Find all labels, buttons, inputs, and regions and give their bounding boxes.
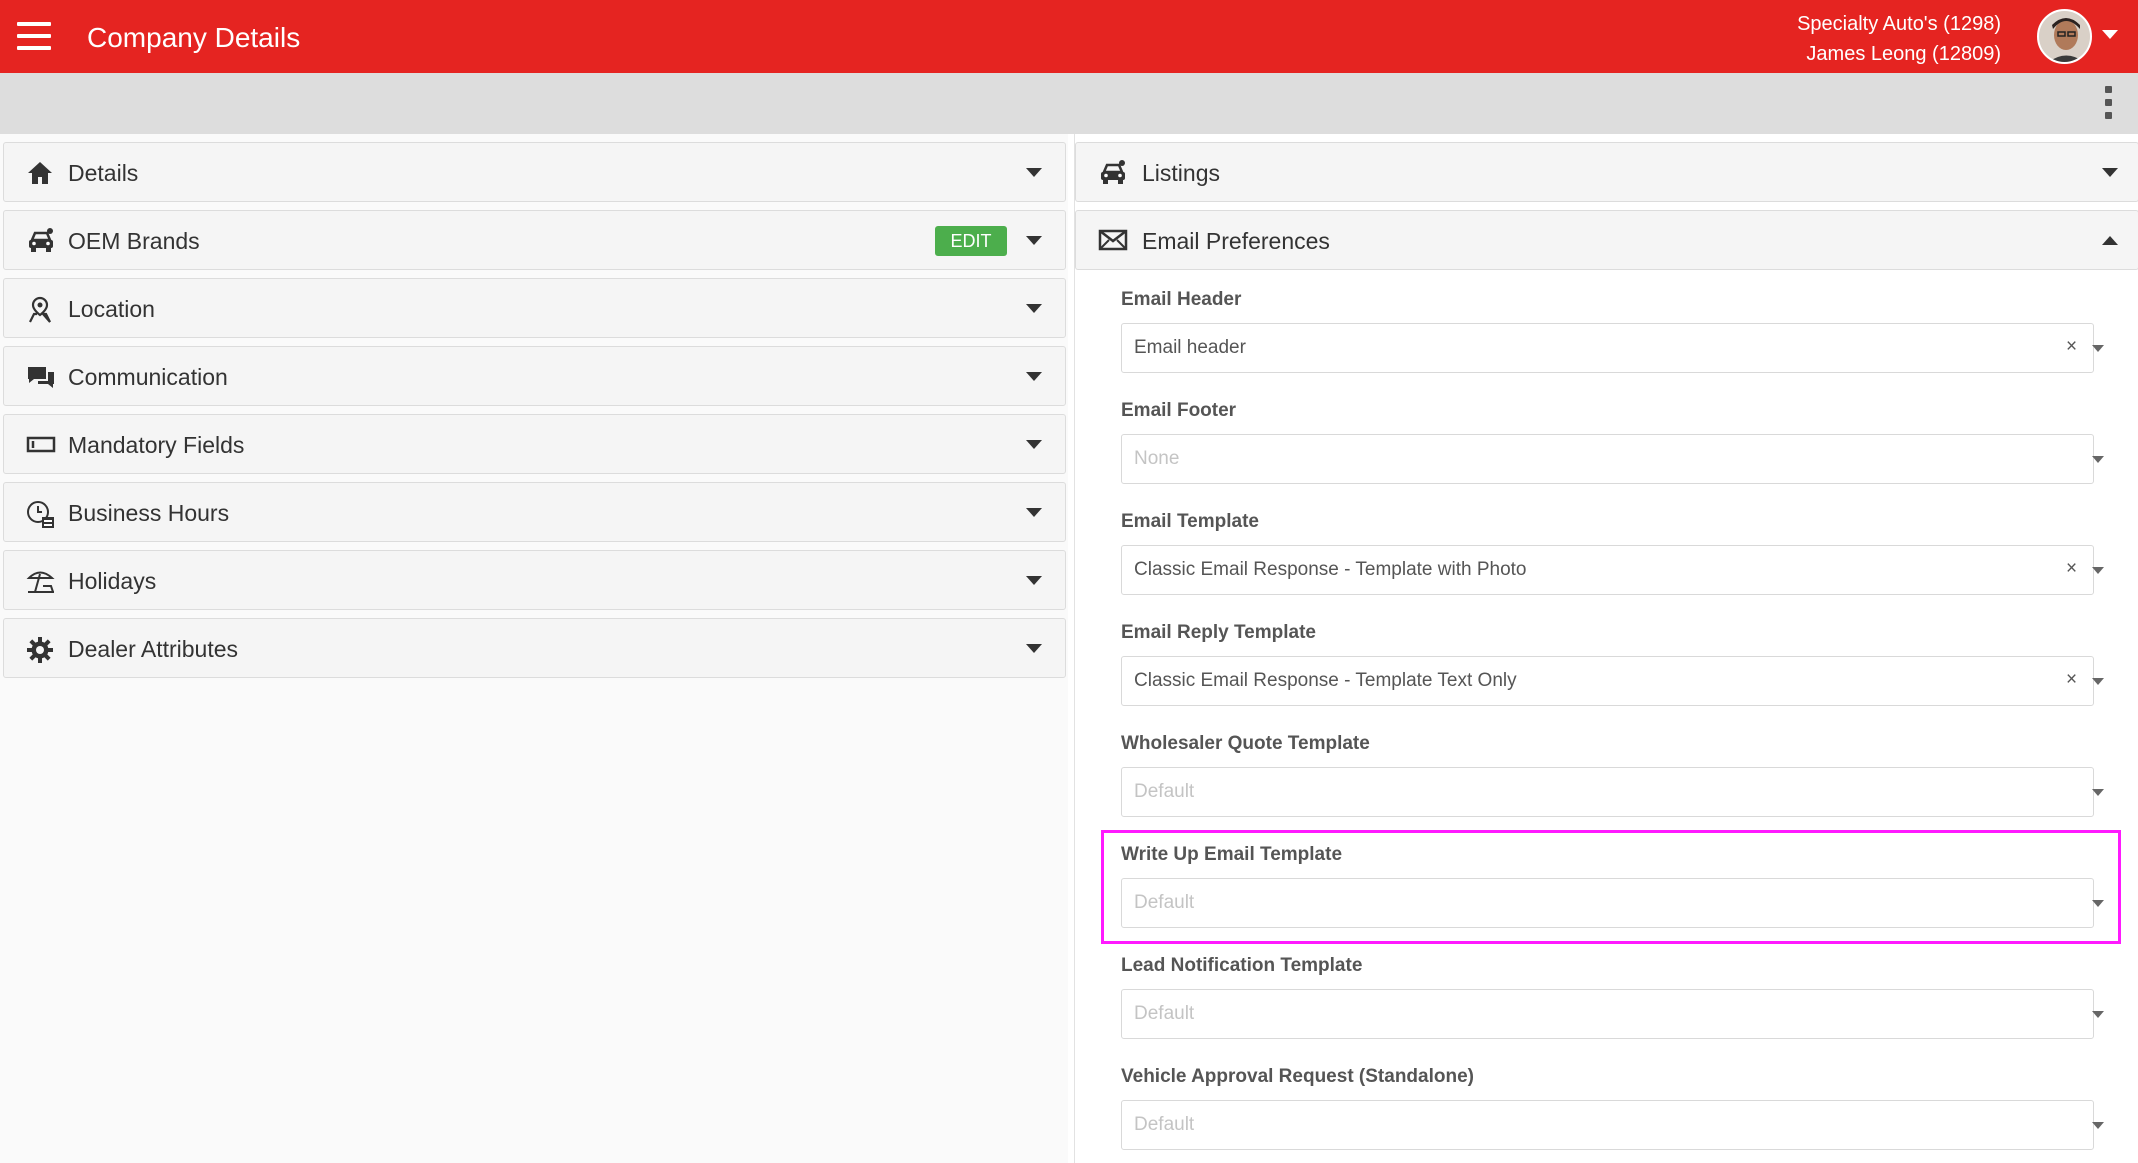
chevron-down-icon	[2092, 345, 2104, 352]
car-icon	[1098, 160, 1128, 188]
beach-umbrella-icon	[26, 568, 56, 596]
chevron-down-icon	[2102, 168, 2118, 177]
select-placeholder: Default	[1134, 1114, 1195, 1135]
panel-details[interactable]: Details	[3, 142, 1066, 202]
user-info[interactable]: Specialty Auto's (1298) James Leong (128…	[1797, 9, 2001, 69]
chevron-down-icon	[1026, 236, 1042, 245]
chevron-down-icon	[2092, 456, 2104, 463]
chevron-down-icon	[2092, 567, 2104, 574]
select-value: Classic Email Response - Template with P…	[1134, 559, 1527, 580]
menu-icon[interactable]	[17, 22, 51, 50]
user-name: James Leong (12809)	[1806, 43, 2001, 65]
select-value: Email header	[1134, 337, 1246, 358]
panel-holidays[interactable]: Holidays	[3, 550, 1066, 610]
vehicle-approval-request-select[interactable]: Default	[1121, 1100, 2104, 1150]
panel-label: Communication	[68, 364, 228, 390]
panel-label: Details	[68, 160, 139, 186]
chevron-down-icon	[1026, 304, 1042, 313]
input-field-icon	[26, 432, 56, 460]
panel-label: Listings	[1142, 160, 1220, 186]
car-icon	[26, 228, 56, 256]
right-column: Listings Email Preferences Email Header …	[1074, 134, 2138, 1163]
email-header-label: Email Header	[1121, 289, 1242, 310]
vehicle-approval-request-label: Vehicle Approval Request (Standalone)	[1121, 1066, 1474, 1087]
write-up-email-template-label: Write Up Email Template	[1121, 844, 1343, 865]
gear-icon	[26, 636, 56, 664]
lead-notification-template-select[interactable]: Default	[1121, 989, 2104, 1039]
select-placeholder: None	[1134, 448, 1180, 469]
email-header-select[interactable]: Email header ×	[1121, 323, 2104, 373]
email-footer-select[interactable]: None	[1121, 434, 2104, 484]
lead-notification-template-label: Lead Notification Template	[1121, 955, 1363, 976]
email-reply-template-label: Email Reply Template	[1121, 622, 1316, 643]
panel-dealer-attributes[interactable]: Dealer Attributes	[3, 618, 1066, 678]
wholesaler-quote-template-label: Wholesaler Quote Template	[1121, 733, 1370, 754]
panel-oem-brands[interactable]: OEM Brands EDIT	[3, 210, 1066, 270]
panel-label: Location	[68, 296, 155, 322]
chevron-down-icon	[2092, 900, 2104, 907]
avatar[interactable]	[2037, 9, 2092, 64]
chevron-down-icon	[1026, 508, 1042, 517]
left-column: Details OEM Brands EDIT Location Communi…	[0, 134, 1068, 1163]
home-icon	[26, 160, 56, 188]
email-template-label: Email Template	[1121, 511, 1259, 532]
chevron-down-icon	[1026, 576, 1042, 585]
panel-email-preferences[interactable]: Email Preferences	[1075, 210, 2138, 270]
panel-location[interactable]: Location	[3, 278, 1066, 338]
panel-label: Holidays	[68, 568, 157, 594]
panel-label: OEM Brands	[68, 228, 200, 254]
panel-label: Email Preferences	[1142, 228, 1330, 254]
dealer-name: Specialty Auto's (1298)	[1797, 13, 2001, 35]
select-placeholder: Default	[1134, 1003, 1195, 1024]
clock-icon	[26, 500, 56, 528]
email-reply-template-select[interactable]: Classic Email Response - Template Text O…	[1121, 656, 2104, 706]
edit-button[interactable]: EDIT	[935, 226, 1007, 256]
panel-business-hours[interactable]: Business Hours	[3, 482, 1066, 542]
panel-listings[interactable]: Listings	[1075, 142, 2138, 202]
clear-icon[interactable]: ×	[2066, 669, 2077, 691]
envelope-icon	[1098, 228, 1128, 256]
more-options-icon[interactable]	[2105, 86, 2113, 120]
chevron-down-icon	[2092, 789, 2104, 796]
chat-bubbles-icon	[26, 364, 56, 392]
top-app-bar: Company Details Specialty Auto's (1298) …	[0, 0, 2138, 73]
location-pin-icon	[26, 296, 56, 324]
chevron-down-icon	[2092, 1011, 2104, 1018]
email-template-select[interactable]: Classic Email Response - Template with P…	[1121, 545, 2104, 595]
chevron-up-icon	[2102, 236, 2118, 245]
chevron-down-icon	[2092, 678, 2104, 685]
panel-label: Dealer Attributes	[68, 636, 239, 662]
chevron-down-icon[interactable]	[2102, 30, 2118, 39]
toolbar	[0, 73, 2138, 134]
chevron-down-icon	[1026, 168, 1042, 177]
wholesaler-quote-template-select[interactable]: Default	[1121, 767, 2104, 817]
panel-communication[interactable]: Communication	[3, 346, 1066, 406]
panel-mandatory-fields[interactable]: Mandatory Fields	[3, 414, 1066, 474]
clear-icon[interactable]: ×	[2066, 336, 2077, 358]
select-placeholder: Default	[1134, 781, 1195, 802]
select-value: Classic Email Response - Template Text O…	[1134, 670, 1517, 691]
panel-label: Business Hours	[68, 500, 230, 526]
select-placeholder: Default	[1134, 892, 1195, 913]
chevron-down-icon	[1026, 372, 1042, 381]
clear-icon[interactable]: ×	[2066, 558, 2077, 580]
chevron-down-icon	[1026, 440, 1042, 449]
page-title: Company Details	[87, 22, 301, 53]
email-footer-label: Email Footer	[1121, 400, 1237, 421]
chevron-down-icon	[2092, 1122, 2104, 1129]
write-up-email-template-select[interactable]: Default	[1121, 878, 2104, 928]
chevron-down-icon	[1026, 644, 1042, 653]
panel-label: Mandatory Fields	[68, 432, 245, 458]
